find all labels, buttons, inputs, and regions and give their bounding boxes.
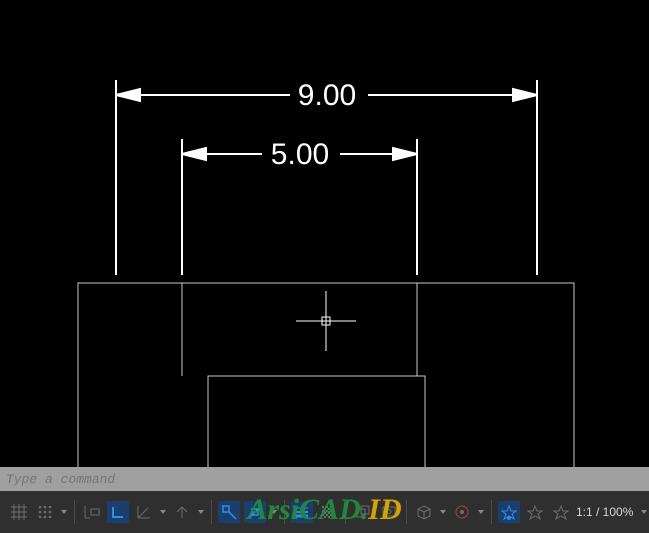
- lineweight-icon[interactable]: [291, 501, 313, 523]
- command-line[interactable]: [0, 467, 649, 491]
- command-input[interactable]: [6, 472, 643, 487]
- dimension-5: 5.00: [182, 137, 417, 275]
- separator: [284, 500, 285, 524]
- dynamic-input-icon[interactable]: [81, 501, 103, 523]
- drawing-canvas[interactable]: 9.00 5.00: [0, 0, 649, 467]
- transparency-icon[interactable]: [317, 501, 339, 523]
- 3d-dropdown-icon[interactable]: [439, 501, 447, 523]
- osnap-icon[interactable]: [218, 501, 240, 523]
- ortho-icon[interactable]: [107, 501, 129, 523]
- drawing-svg: 9.00 5.00: [0, 0, 649, 467]
- snap-grid-icon[interactable]: [34, 501, 56, 523]
- crosshair-cursor: [296, 291, 356, 351]
- otrack-icon[interactable]: [244, 501, 266, 523]
- polar-dropdown-icon[interactable]: [159, 501, 167, 523]
- dimension-label-5: 5.00: [271, 138, 329, 171]
- scale-ratio-label[interactable]: 1:1 / 100%: [576, 505, 637, 519]
- snap-dropdown-icon[interactable]: [60, 501, 68, 523]
- polar-tracking-icon[interactable]: [133, 501, 155, 523]
- gizmo-dropdown-icon[interactable]: [477, 501, 485, 523]
- status-bar: 1:1 / 100%: [0, 491, 649, 533]
- annotation-monitor-icon[interactable]: [378, 501, 400, 523]
- gizmo-icon[interactable]: [451, 501, 473, 523]
- separator: [345, 500, 346, 524]
- scale-dropdown-icon[interactable]: [641, 510, 647, 514]
- iso-dropdown-icon[interactable]: [197, 501, 205, 523]
- separator: [406, 500, 407, 524]
- separator: [211, 500, 212, 524]
- geom-inner: [208, 376, 425, 467]
- annotation-autoscale-icon[interactable]: [550, 501, 572, 523]
- separator: [74, 500, 75, 524]
- separator: [491, 500, 492, 524]
- annotation-scale-icon[interactable]: [498, 501, 520, 523]
- selection-cycling-icon[interactable]: [352, 501, 374, 523]
- app-root: 9.00 5.00: [0, 0, 649, 533]
- osnap-dropdown-icon[interactable]: [270, 501, 278, 523]
- isometric-icon[interactable]: [171, 501, 193, 523]
- grid-display-icon[interactable]: [8, 501, 30, 523]
- 3d-cube-icon[interactable]: [413, 501, 435, 523]
- dimension-9: 9.00: [116, 78, 537, 275]
- dimension-label-9: 9.00: [298, 79, 356, 112]
- annotation-visibility-icon[interactable]: [524, 501, 546, 523]
